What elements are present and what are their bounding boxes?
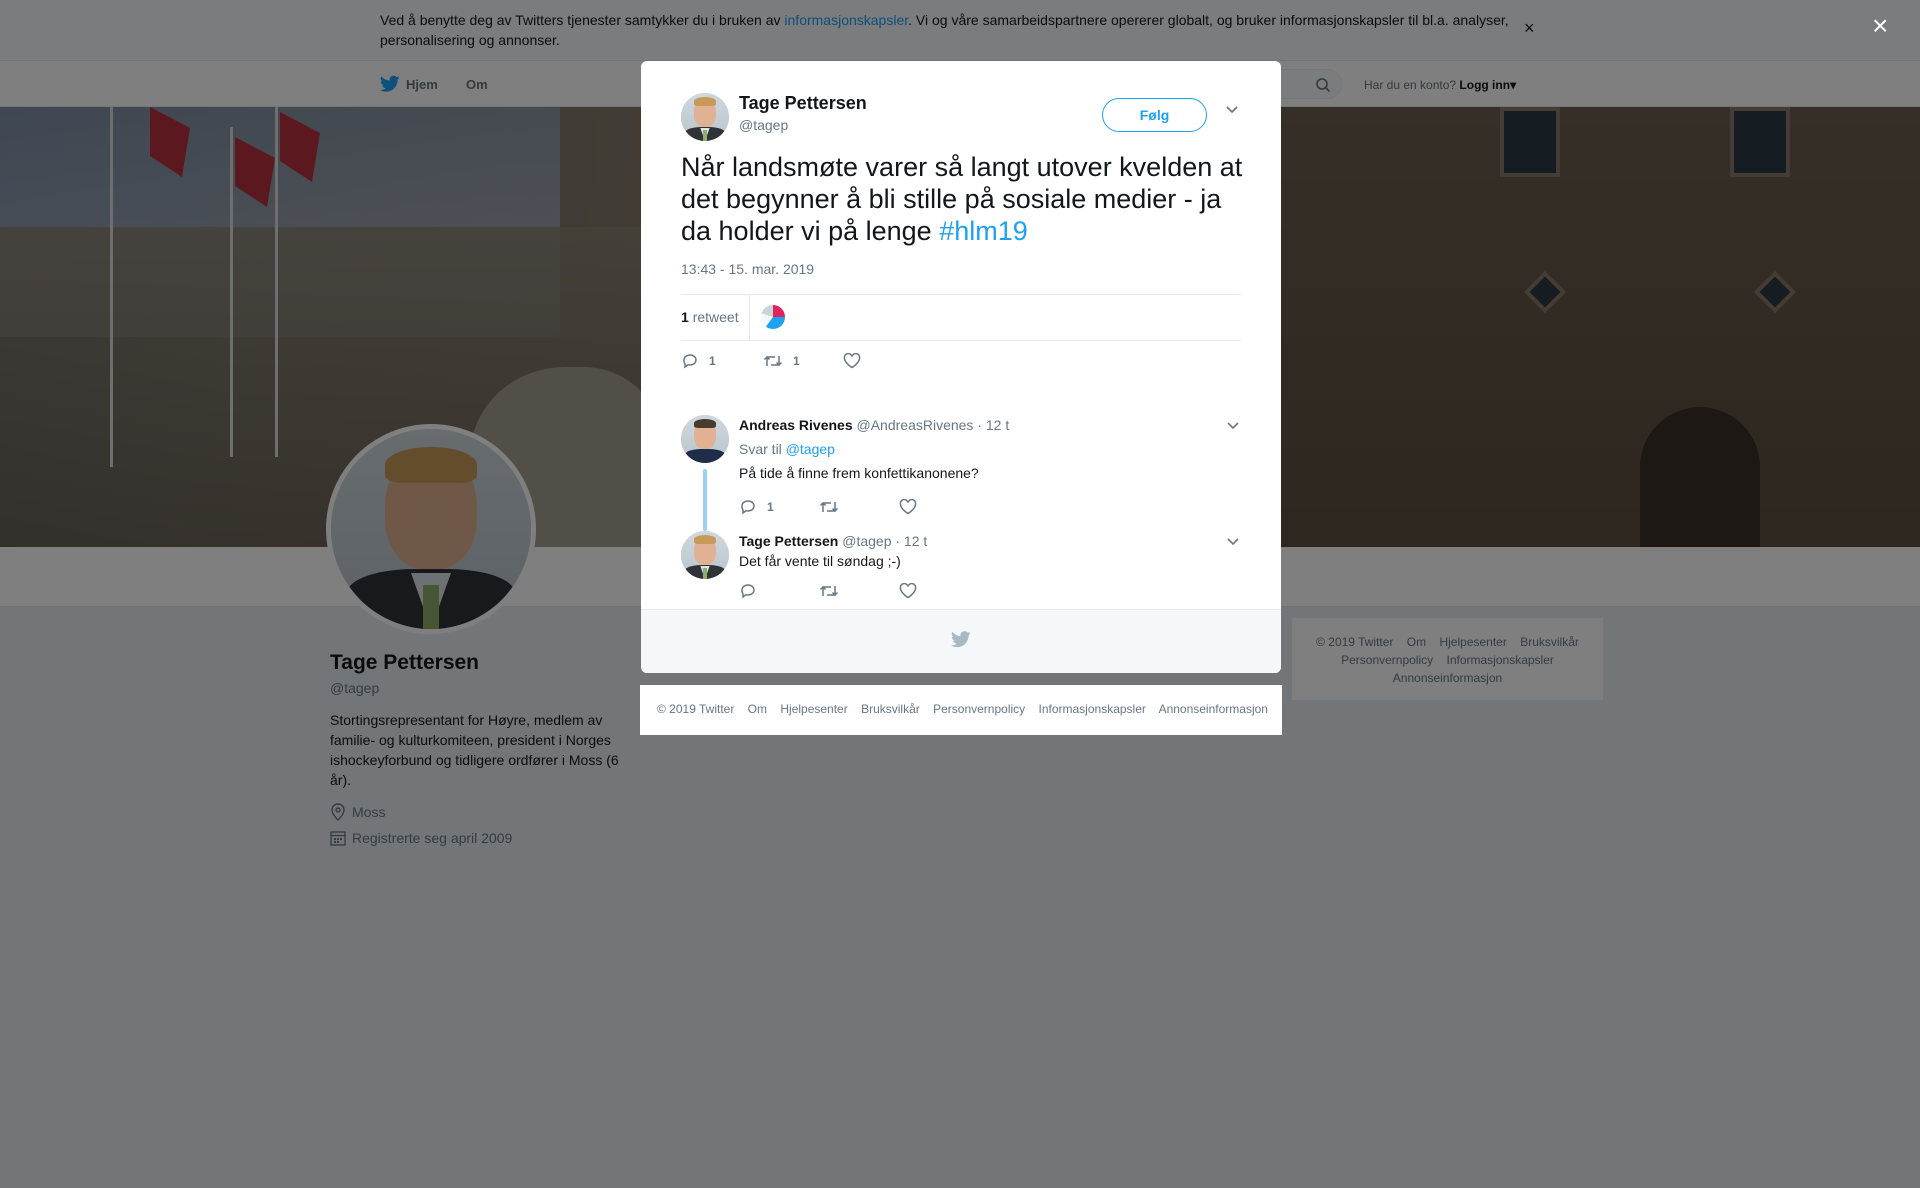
tweet-timestamp[interactable]: 13:43 - 15. mar. 2019 xyxy=(681,261,814,277)
reply-button[interactable]: 1 xyxy=(681,353,763,369)
hair xyxy=(693,97,717,106)
reply-author-avatar[interactable] xyxy=(681,415,729,463)
close-icon[interactable]: × xyxy=(1872,12,1888,40)
retweeter-avatar[interactable] xyxy=(761,305,785,329)
retweet-icon xyxy=(819,585,839,597)
reply-author-name[interactable]: Tage Pettersen xyxy=(739,533,838,549)
chevron-down-icon[interactable] xyxy=(1225,105,1239,115)
reply-author-handle[interactable]: @AndreasRivenes xyxy=(857,417,974,433)
reply-header: Tage Pettersen @tagep · 12 t xyxy=(739,533,927,549)
retweet-button[interactable] xyxy=(819,499,899,515)
tweet-author-name[interactable]: Tage Pettersen xyxy=(739,93,867,114)
heart-icon xyxy=(899,583,917,599)
reply-tweet[interactable]: Tage Pettersen @tagep · 12 t Det får ven… xyxy=(681,531,1241,607)
stats-divider xyxy=(749,295,750,340)
tweet-author-handle[interactable]: @tagep xyxy=(739,117,788,133)
twitter-bird-icon xyxy=(951,631,971,648)
thread-connector xyxy=(703,469,707,531)
reply-to-handle[interactable]: @tagep xyxy=(786,441,835,457)
retweet-icon xyxy=(763,355,783,367)
footer-link[interactable]: Om xyxy=(748,702,767,716)
reply-author-name[interactable]: Andreas Rivenes xyxy=(739,417,853,433)
reply-text: På tide å finne frem konfettikanonene? xyxy=(739,465,979,481)
retweet-stat[interactable]: 1 retweet xyxy=(681,309,739,325)
modal-footer-bar xyxy=(641,609,1281,673)
reply-time[interactable]: · 12 t xyxy=(895,533,927,549)
footer-link[interactable]: Bruksvilkår xyxy=(861,702,920,716)
reply-time[interactable]: · 12 t xyxy=(977,417,1009,433)
chevron-down-icon[interactable] xyxy=(1226,537,1240,547)
reply-button[interactable] xyxy=(739,583,819,599)
reply-author-avatar[interactable] xyxy=(681,531,729,579)
modal-footer-links: © 2019 Twitter Om Hjelpesenter Bruksvilk… xyxy=(640,685,1282,735)
like-button[interactable] xyxy=(899,499,927,515)
like-button[interactable] xyxy=(843,353,871,369)
reply-actions xyxy=(739,583,927,599)
follow-button[interactable]: Følg xyxy=(1102,98,1207,132)
avatar-photo xyxy=(681,93,729,141)
reply-icon xyxy=(683,354,697,369)
reply-actions: 1 xyxy=(739,499,927,515)
avatar-photo xyxy=(681,415,729,463)
tweet-text: Når landsmøte varer så langt utover kvel… xyxy=(681,152,1243,246)
tie xyxy=(703,568,707,579)
tweet-author-avatar[interactable] xyxy=(681,93,729,141)
reply-tweet[interactable]: Andreas Rivenes @AndreasRivenes · 12 t S… xyxy=(681,415,1241,535)
reply-icon xyxy=(741,584,755,599)
tweet-actions: 1 1 xyxy=(681,353,871,369)
hair xyxy=(693,535,717,544)
footer-link[interactable]: Informasjonskapsler xyxy=(1039,702,1146,716)
heart-icon xyxy=(843,353,861,369)
reply-text: Det får vente til søndag ;-) xyxy=(739,553,901,569)
heart-icon xyxy=(899,499,917,515)
retweet-button[interactable]: 1 xyxy=(763,353,843,369)
tweet-modal: Tage Pettersen @tagep Følg Når landsmøte… xyxy=(641,61,1281,673)
footer-link[interactable]: © 2019 Twitter xyxy=(657,702,734,716)
retweet-icon xyxy=(819,501,839,513)
reply-icon xyxy=(741,500,755,515)
chevron-down-icon[interactable] xyxy=(1226,421,1240,431)
footer-link[interactable]: Personvernpolicy xyxy=(933,702,1025,716)
tweet-stats: 1 retweet xyxy=(681,294,1241,341)
reply-author-handle[interactable]: @tagep xyxy=(842,533,891,549)
reply-button[interactable]: 1 xyxy=(739,499,819,515)
like-button[interactable] xyxy=(899,583,927,599)
hashtag-link[interactable]: #hlm19 xyxy=(939,216,1028,246)
suit xyxy=(684,448,726,463)
retweet-button[interactable] xyxy=(819,583,899,599)
reply-header: Andreas Rivenes @AndreasRivenes · 12 t xyxy=(739,417,1009,433)
avatar-photo xyxy=(681,531,729,579)
hair xyxy=(693,419,717,428)
reply-to-line: Svar til @tagep xyxy=(739,441,835,457)
tie xyxy=(703,130,707,141)
footer-link[interactable]: Hjelpesenter xyxy=(780,702,847,716)
footer-link[interactable]: Annonseinformasjon xyxy=(1159,702,1268,716)
